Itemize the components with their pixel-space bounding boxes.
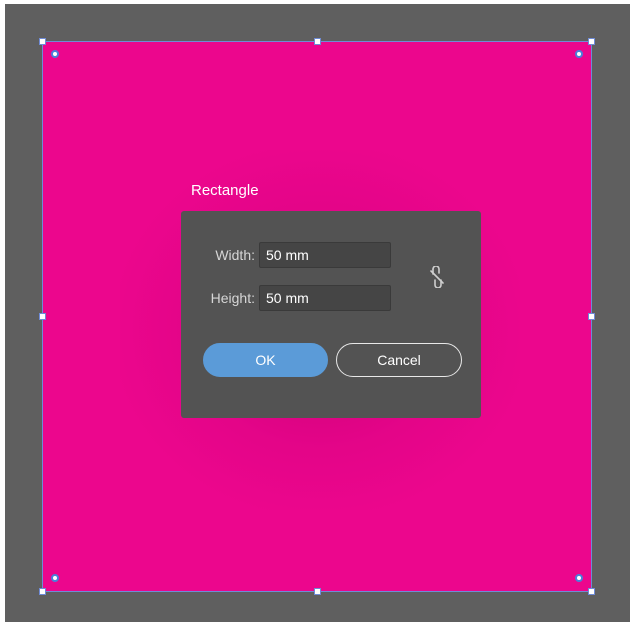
unlinked-chain-icon[interactable] — [428, 266, 446, 288]
corner-widget-top-left[interactable] — [51, 50, 59, 58]
width-label: Width: — [215, 247, 255, 263]
dialog-title: Rectangle — [191, 182, 259, 199]
handle-middle-right[interactable] — [588, 313, 595, 320]
handle-top-left[interactable] — [39, 38, 46, 45]
corner-widget-top-right[interactable] — [575, 50, 583, 58]
handle-bottom-left[interactable] — [39, 588, 46, 595]
corner-widget-bottom-right[interactable] — [575, 574, 583, 582]
corner-widget-bottom-left[interactable] — [51, 574, 59, 582]
handle-bottom-right[interactable] — [588, 588, 595, 595]
handle-top-middle[interactable] — [314, 38, 321, 45]
handle-middle-left[interactable] — [39, 313, 46, 320]
handle-bottom-middle[interactable] — [314, 588, 321, 595]
height-label: Height: — [210, 290, 255, 306]
ok-button[interactable]: OK — [203, 343, 328, 377]
width-field[interactable]: 50 mm — [259, 242, 391, 268]
height-field[interactable]: 50 mm — [259, 285, 391, 311]
cancel-button[interactable]: Cancel — [336, 343, 462, 377]
handle-top-right[interactable] — [588, 38, 595, 45]
